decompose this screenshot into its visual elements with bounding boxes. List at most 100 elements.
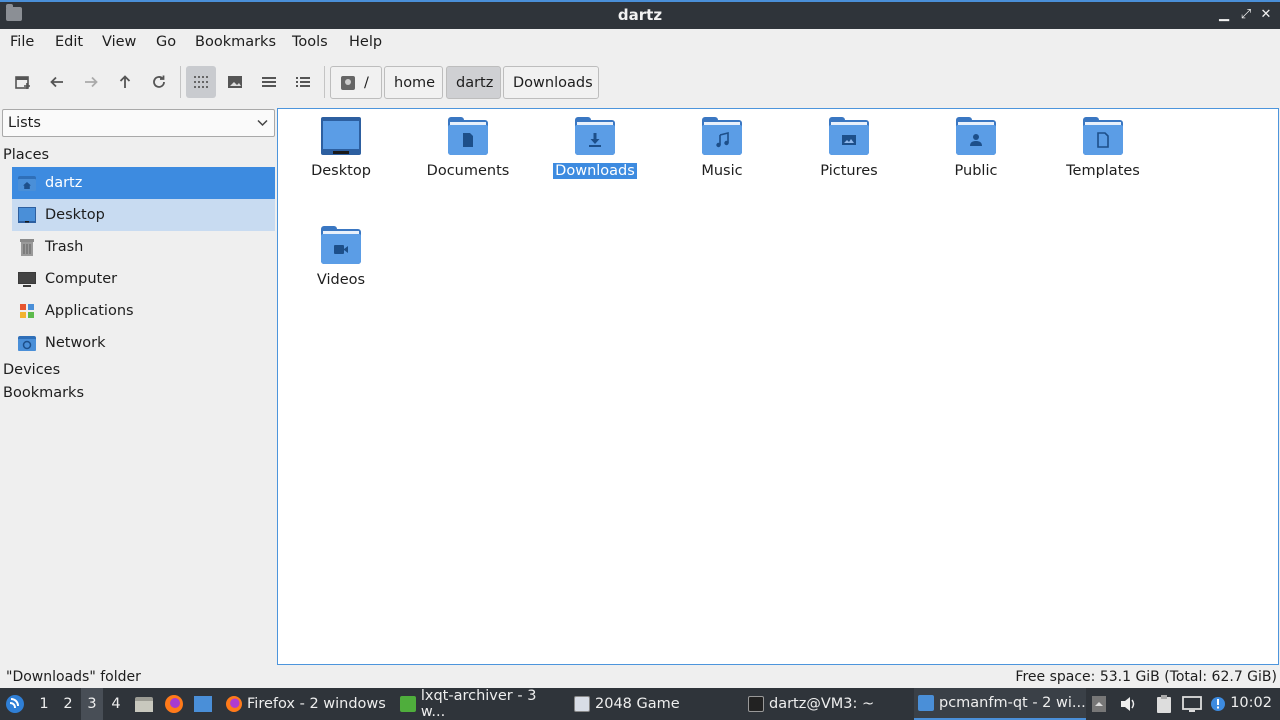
thumbnail-view-icon[interactable] xyxy=(220,66,250,98)
file-item-label: Pictures xyxy=(820,163,878,179)
file-item-pictures[interactable]: Pictures xyxy=(789,117,909,179)
menu-view[interactable]: View xyxy=(102,34,136,50)
desktop-switch-3[interactable]: 3 xyxy=(81,688,103,720)
icon-view-icon[interactable] xyxy=(186,66,216,98)
task-label: pcmanfm-qt - 2 wi... xyxy=(939,695,1086,711)
templates-folder-icon xyxy=(1083,117,1123,155)
trash-icon xyxy=(17,237,37,257)
sidebar-item-label: Network xyxy=(45,335,106,351)
file-item-label: Music xyxy=(701,163,743,179)
window-icon xyxy=(574,696,590,712)
task-label: 2048 Game xyxy=(595,696,680,712)
firefox-launcher-icon[interactable] xyxy=(164,688,184,720)
toolbar-separator xyxy=(180,66,181,98)
bookmarks-header[interactable]: Bookmarks xyxy=(3,385,84,401)
desktop-switch-1[interactable]: 1 xyxy=(33,688,55,720)
up-icon[interactable] xyxy=(110,66,140,98)
sidebar-item-computer[interactable]: Computer xyxy=(12,263,275,295)
task-pcmanfm-qt[interactable]: pcmanfm-qt - 2 wi... xyxy=(914,688,1086,720)
task-label: Firefox - 2 windows xyxy=(247,696,386,712)
sidebar-item-label: Applications xyxy=(45,303,134,319)
file-item-label: Templates xyxy=(1066,163,1140,179)
sidebar-item-dartz[interactable]: dartz xyxy=(12,167,275,199)
music-folder-icon xyxy=(702,117,742,155)
menu-go[interactable]: Go xyxy=(156,34,176,50)
file-item-videos[interactable]: Videos xyxy=(281,226,401,288)
pictures-folder-icon xyxy=(829,117,869,155)
compact-view-icon[interactable] xyxy=(254,66,284,98)
file-item-public[interactable]: Public xyxy=(916,117,1036,179)
selection-status: "Downloads" folder xyxy=(6,669,141,685)
side-pane-mode-select[interactable]: Lists xyxy=(2,109,275,137)
detailed-list-icon[interactable] xyxy=(288,66,318,98)
breadcrumb-downloads[interactable]: Downloads xyxy=(503,66,599,99)
public-folder-icon xyxy=(956,117,996,155)
maximize-icon[interactable]: ⤢ xyxy=(1237,5,1255,25)
sidebar-item-applications[interactable]: Applications xyxy=(12,295,275,327)
task-2048-game[interactable]: 2048 Game xyxy=(570,688,738,720)
task-terminal[interactable]: dartz@VM3: ~ xyxy=(744,688,910,720)
videos-folder-icon xyxy=(321,226,361,264)
status-bar: "Downloads" folder Free space: 53.1 GiB … xyxy=(0,666,1280,688)
file-item-label: Downloads xyxy=(553,163,637,179)
task-label: dartz@VM3: ~ xyxy=(769,696,875,712)
close-icon[interactable]: ✕ xyxy=(1257,5,1275,25)
menu-tools[interactable]: Tools xyxy=(292,34,328,50)
desktop-switch-2[interactable]: 2 xyxy=(57,688,79,720)
file-view[interactable]: Desktop Documents Downloads Music Pictur… xyxy=(277,108,1279,665)
tray-expander-icon[interactable] xyxy=(1091,688,1107,720)
devices-header[interactable]: Devices xyxy=(3,362,60,378)
file-item-label: Documents xyxy=(426,163,510,179)
volume-icon[interactable] xyxy=(1119,688,1137,720)
breadcrumb-dartz[interactable]: dartz xyxy=(446,66,501,99)
file-item-templates[interactable]: Templates xyxy=(1043,117,1163,179)
sidebar-item-network[interactable]: Network xyxy=(12,327,275,359)
back-icon[interactable] xyxy=(42,66,72,98)
chevron-down-icon xyxy=(257,119,268,127)
menu-bookmarks[interactable]: Bookmarks xyxy=(195,34,276,50)
forward-icon[interactable] xyxy=(76,66,106,98)
firefox-icon xyxy=(226,696,242,712)
breadcrumb-dartz-label: dartz xyxy=(456,74,494,91)
file-item-label: Public xyxy=(954,163,998,179)
file-item-documents[interactable]: Documents xyxy=(408,117,528,179)
sidebar-item-label: dartz xyxy=(45,175,83,191)
file-item-desktop[interactable]: Desktop xyxy=(281,117,401,179)
menu-file[interactable]: File xyxy=(10,34,34,50)
sidebar-item-trash[interactable]: Trash xyxy=(12,231,275,263)
sidebar-item-desktop[interactable]: Desktop xyxy=(12,199,275,231)
minimize-icon[interactable]: ▁ xyxy=(1215,5,1233,25)
notification-icon[interactable] xyxy=(1210,688,1226,720)
sidebar-item-label: Desktop xyxy=(45,207,105,223)
breadcrumb-downloads-label: Downloads xyxy=(513,74,593,91)
show-desktop-icon[interactable] xyxy=(193,688,213,720)
display-icon[interactable] xyxy=(1182,688,1202,720)
menu-edit[interactable]: Edit xyxy=(55,34,83,50)
reload-icon[interactable] xyxy=(144,66,174,98)
toolbar: / home dartz Downloads xyxy=(0,56,1280,106)
breadcrumb-root[interactable]: / xyxy=(330,66,382,99)
sidebar-item-label: Trash xyxy=(45,239,84,255)
file-item-music[interactable]: Music xyxy=(662,117,782,179)
file-manager-launcher-icon[interactable] xyxy=(134,688,154,720)
new-tab-icon[interactable] xyxy=(8,66,38,98)
file-item-downloads[interactable]: Downloads xyxy=(535,117,655,179)
breadcrumb-home[interactable]: home xyxy=(384,66,443,99)
clock[interactable]: 10:02 xyxy=(1230,695,1272,711)
breadcrumb-home-label: home xyxy=(394,74,436,91)
desktop-switch-4[interactable]: 4 xyxy=(105,688,127,720)
applications-icon xyxy=(17,301,37,321)
places-header[interactable]: Places xyxy=(3,147,49,163)
file-item-label: Videos xyxy=(316,272,366,288)
title-bar: dartz ▁ ⤢ ✕ xyxy=(0,0,1280,29)
menu-help[interactable]: Help xyxy=(349,34,382,50)
terminal-icon xyxy=(748,696,764,712)
drive-icon xyxy=(341,75,355,90)
task-firefox[interactable]: Firefox - 2 windows xyxy=(222,688,388,720)
window-title: dartz xyxy=(617,6,663,24)
free-space-status: Free space: 53.1 GiB (Total: 62.7 GiB) xyxy=(1015,669,1277,685)
clipboard-icon[interactable] xyxy=(1155,688,1173,720)
documents-folder-icon xyxy=(448,117,488,155)
task-lxqt-archiver[interactable]: lxqt-archiver - 3 w... xyxy=(396,688,564,720)
start-menu-icon[interactable] xyxy=(5,688,25,720)
